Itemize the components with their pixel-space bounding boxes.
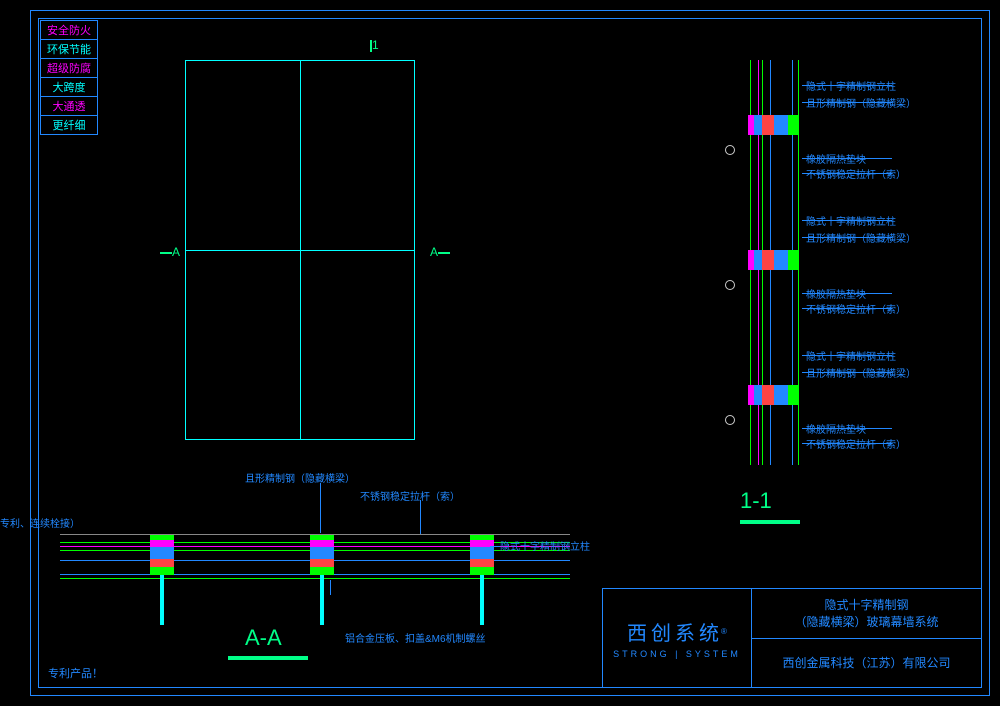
aa-label-patent-bolt: 西创系统：公母螺栓（专利、连续栓接） (0, 515, 80, 530)
section-a-a-details: 且形精制钢（隐藏横梁） 不锈钢稳定拉杆（索） 西创系统：公母螺栓（专利、连续栓接… (60, 500, 570, 630)
section-mark-a-right: A (430, 245, 450, 259)
feature-tag: 超级防腐 (41, 59, 97, 78)
fastener-icon (725, 145, 735, 155)
drawing-title-line2: （隐藏横梁）玻璃幕墙系统 (794, 615, 938, 629)
feature-tag-list: 安全防火 环保节能 超级防腐 大跨度 大通透 更纤细 (40, 20, 98, 135)
label-rod: 不锈钢稳定拉杆（索） (806, 166, 906, 181)
title-block-brand: 西创系统® STRONG | SYSTEM (602, 588, 752, 688)
fastener-icon (725, 415, 735, 425)
drawing-title: 隐式十字精制钢 （隐藏横梁）玻璃幕墙系统 (752, 589, 981, 639)
section-mark-label: A (172, 245, 180, 259)
patent-note: 专利产品！ (48, 665, 103, 681)
feature-tag: 大跨度 (41, 78, 97, 97)
detail-node: 隐式十字精制钢立柱 且形精制钢（隐藏横梁） 橡胶隔热垫块 不锈钢稳定拉杆（索） (710, 195, 970, 330)
section-mark-label: A (430, 245, 438, 259)
company-name: 西创金属科技（江苏）有限公司 (752, 639, 981, 688)
registered-icon: ® (721, 627, 727, 636)
label-column: 隐式十字精制钢立柱 (806, 348, 896, 363)
title-block: 西创系统® STRONG | SYSTEM 隐式十字精制钢 （隐藏横梁）玻璃幕墙… (602, 588, 982, 688)
section-1-1-details: 隐式十字精制钢立柱 且形精制钢（隐藏横梁） 橡胶隔热垫块 不锈钢稳定拉杆（索） … (710, 60, 970, 465)
feature-tag: 安全防火 (41, 21, 97, 40)
label-pad: 橡胶隔热垫块 (806, 421, 866, 436)
aa-stem-icon (160, 575, 164, 625)
connection-node-icon (748, 250, 798, 270)
elevation-panel (185, 60, 415, 440)
detail-node: 隐式十字精制钢立柱 且形精制钢（隐藏横梁） 橡胶隔热垫块 不锈钢稳定拉杆（索） (710, 60, 970, 195)
aa-label-rod: 不锈钢稳定拉杆（索） (360, 488, 460, 503)
section-mark-a-left: A (160, 245, 180, 259)
aa-stem-icon (480, 575, 484, 625)
aa-connection-node-icon (310, 535, 334, 575)
label-rod: 不锈钢稳定拉杆（索） (806, 301, 906, 316)
section-mark-1: 1 (370, 38, 379, 52)
label-pad: 橡胶隔热垫块 (806, 286, 866, 301)
detail-node: 隐式十字精制钢立柱 且形精制钢（隐藏横梁） 橡胶隔热垫块 不锈钢稳定拉杆（索） (710, 330, 970, 465)
label-beam: 且形精制钢（隐藏横梁） (806, 230, 916, 245)
section-1-1-title: 1-1 (740, 488, 772, 514)
section-a-a-title: A-A (245, 625, 282, 651)
aa-stem-icon (320, 575, 324, 625)
label-column: 隐式十字精制钢立柱 (806, 213, 896, 228)
aa-connection-node-icon (470, 535, 494, 575)
aa-label-plate: 铝合金压板、扣盖&M6机制螺丝 (345, 630, 486, 645)
label-pad: 橡胶隔热垫块 (806, 151, 866, 166)
label-column: 隐式十字精制钢立柱 (806, 78, 896, 93)
drawing-title-line1: 隐式十字精制钢 (824, 598, 908, 612)
aa-connection-node-icon (150, 535, 174, 575)
feature-tag: 环保节能 (41, 40, 97, 59)
feature-tag: 大通透 (41, 97, 97, 116)
feature-tag: 更纤细 (41, 116, 97, 134)
label-beam: 且形精制钢（隐藏横梁） (806, 95, 916, 110)
connection-node-icon (748, 385, 798, 405)
elevation-vertical-divider (300, 61, 301, 439)
section-mark-label: 1 (372, 38, 379, 52)
section-a-a-underline (228, 656, 308, 660)
label-beam: 且形精制钢（隐藏横梁） (806, 365, 916, 380)
section-1-1-underline (740, 520, 800, 524)
aa-label-column: 隐式十字精制钢立柱 (500, 538, 590, 553)
brand-en: STRONG | SYSTEM (613, 649, 741, 659)
aa-label-beam: 且形精制钢（隐藏横梁） (245, 470, 355, 485)
fastener-icon (725, 280, 735, 290)
label-rod: 不锈钢稳定拉杆（索） (806, 436, 906, 451)
connection-node-icon (748, 115, 798, 135)
brand-cn: 西创系统 (627, 623, 723, 645)
